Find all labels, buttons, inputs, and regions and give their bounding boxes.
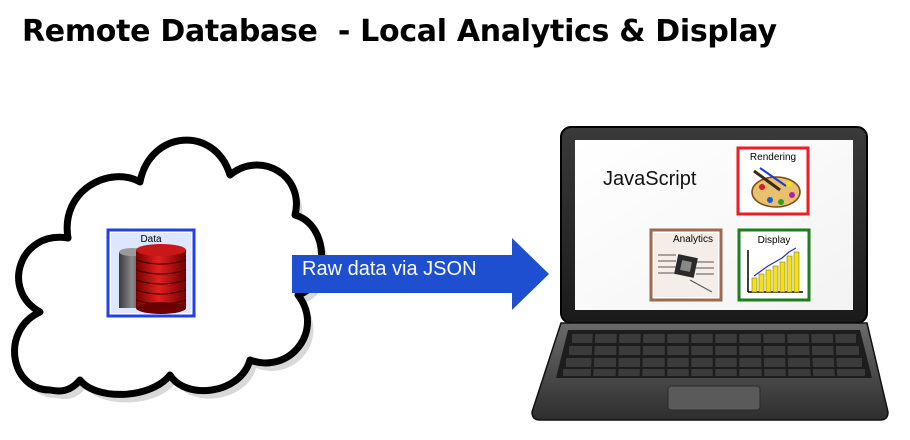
display-tile-label: Display bbox=[757, 235, 791, 246]
arrow-label: Raw data via JSON bbox=[302, 258, 477, 280]
diagram-canvas bbox=[11, 126, 889, 421]
analytics-tile-label: Analytics bbox=[672, 234, 713, 245]
rendering-tile-label: Rendering bbox=[749, 152, 797, 163]
database-label: Data bbox=[140, 234, 162, 245]
screen-label: JavaScript bbox=[603, 168, 697, 190]
